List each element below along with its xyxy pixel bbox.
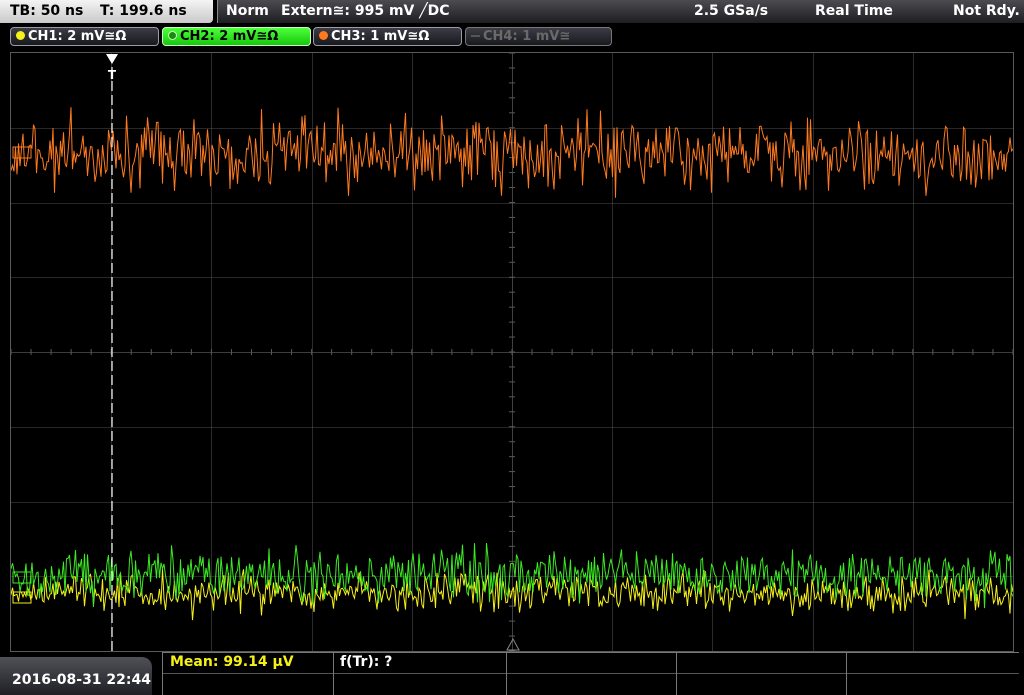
channel-2-offset-marker-icon xyxy=(12,571,32,584)
waveform-canvas: T xyxy=(11,53,1013,651)
channel-4-label: CH4: 1 mV≅ xyxy=(483,29,571,44)
datetime-panel: 2016-08-31 22:44 xyxy=(0,657,152,695)
trigger-arrow-icon xyxy=(106,54,118,64)
trigger-time-value: T: 199.6 ns xyxy=(100,3,187,19)
waveform-display[interactable]: T xyxy=(10,52,1014,652)
channel-3-button[interactable]: CH3: 1 mV≅Ω xyxy=(313,27,462,46)
channel-3-indicator-icon xyxy=(319,31,328,40)
channel-2-button[interactable]: CH2: 2 mV≅Ω xyxy=(162,27,311,46)
channel-4-indicator-icon xyxy=(471,35,480,37)
channel-1-label: CH1: 2 mV≅Ω xyxy=(28,29,127,44)
rise-frequency-measurement: f(Tr): ? xyxy=(340,654,393,670)
acquisition-mode: Real Time xyxy=(815,3,893,19)
mean-measurement: Mean: 99.14 µV xyxy=(170,654,294,670)
measurement-panel[interactable]: Mean: 99.14 µV f(Tr): ? xyxy=(162,652,1019,695)
timebase-panel[interactable]: TB: 50 ns T: 199.6 ns xyxy=(0,0,213,23)
trigger-source: Extern≅: 995 mV ╱DC xyxy=(281,3,450,19)
status-bar: TB: 50 ns T: 199.6 ns Norm Extern≅: 995 … xyxy=(0,0,1024,24)
acquisition-status-panel[interactable]: Norm Extern≅: 995 mV ╱DC 2.5 GSa/s Real … xyxy=(217,0,1024,23)
channel-2-label: CH2: 2 mV≅Ω xyxy=(180,29,279,44)
channel-4-button[interactable]: CH4: 1 mV≅ xyxy=(465,27,612,46)
sample-rate: 2.5 GSa/s xyxy=(694,3,769,19)
channel-3-label: CH3: 1 mV≅Ω xyxy=(331,29,430,44)
channel-3-trace xyxy=(11,107,1013,198)
channel-1-button[interactable]: CH1: 2 mV≅Ω xyxy=(10,27,159,46)
horizontal-position-marker-icon xyxy=(506,637,520,651)
datetime-text: 2016-08-31 22:44 xyxy=(12,672,151,688)
channel-2-indicator-icon xyxy=(168,31,177,40)
timebase-value: TB: 50 ns xyxy=(10,3,84,19)
channel-bar: CH1: 2 mV≅Ω CH2: 2 mV≅Ω CH3: 1 mV≅Ω CH4:… xyxy=(0,25,1024,49)
trigger-marker-label: T xyxy=(108,68,117,82)
acquisition-state: Not Rdy. xyxy=(953,3,1020,19)
trigger-mode: Norm xyxy=(226,3,269,19)
channel-1-indicator-icon xyxy=(16,31,25,40)
